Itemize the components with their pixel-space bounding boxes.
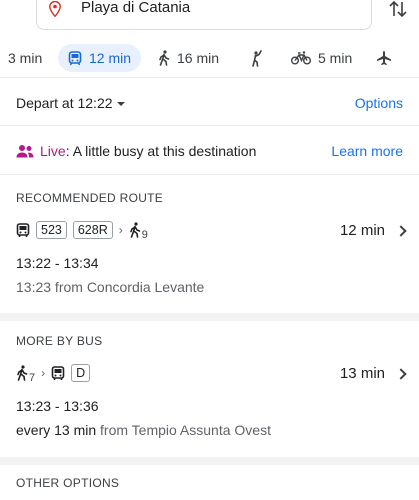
- route-departure-info: 13:23 from Concordia Levante: [16, 279, 205, 295]
- live-busyness-row: Live: A little busy at this destination …: [0, 127, 419, 175]
- mode-label: 3 min: [8, 50, 43, 66]
- walk-minutes: 9: [141, 229, 148, 241]
- live-status-text: Live: A little busy at this destination: [40, 143, 256, 159]
- destination-text: Playa di Catania: [81, 0, 191, 16]
- route-departure-info: every 13 min from Tempio Assunta Ovest: [16, 422, 271, 438]
- walk-minutes: 7: [29, 372, 36, 384]
- bus-line-badge: 628R: [72, 221, 113, 239]
- route-times: 13:22 - 13:34: [16, 255, 99, 271]
- bus-line-badge: 523: [36, 221, 67, 239]
- section-heading: OTHER OPTIONS: [16, 476, 120, 490]
- transit-icon: [68, 50, 82, 65]
- people-icon: [16, 145, 34, 158]
- tab-walking[interactable]: 16 min: [158, 44, 219, 72]
- section-heading: MORE BY BUS: [16, 334, 103, 348]
- tab-transit[interactable]: 12 min: [58, 44, 142, 72]
- destination-row: Playa di Catania: [0, 0, 419, 34]
- mode-label: 12 min: [89, 50, 132, 66]
- route-steps: 523 628R › 9: [16, 221, 148, 241]
- depart-time-label: Depart at 12:22: [16, 95, 113, 111]
- ride-hail-icon: [252, 49, 262, 67]
- bus-line-badge: D: [71, 364, 91, 382]
- route-duration: 13 min: [339, 365, 385, 382]
- mode-label: 5 min: [318, 50, 353, 66]
- recommended-route-card[interactable]: RECOMMENDED ROUTE 523 628R › 9 12 min 13…: [0, 176, 419, 313]
- location-pin-icon: [49, 1, 61, 17]
- route-stop: from Tempio Assunta Ovest: [96, 422, 271, 438]
- learn-more-link[interactable]: Learn more: [331, 143, 403, 159]
- tab-flights[interactable]: [376, 44, 392, 72]
- destination-field[interactable]: Playa di Catania: [36, 0, 372, 30]
- tab-driving[interactable]: 3 min: [8, 44, 42, 72]
- walk-icon: [129, 222, 141, 238]
- route-duration: 12 min: [339, 222, 385, 239]
- chevron-right-icon: [395, 225, 407, 237]
- route-times: 13:23 - 13:36: [16, 398, 99, 414]
- flight-icon: [377, 51, 391, 65]
- swap-icon[interactable]: [388, 0, 408, 18]
- chevron-right-icon: [395, 368, 407, 380]
- section-divider: [0, 313, 419, 321]
- other-options-card: OTHER OPTIONS: [0, 465, 419, 500]
- route-frequency: every 13 min: [16, 422, 97, 438]
- more-by-bus-card[interactable]: MORE BY BUS 7 › D 13 min 13:23 - 13:36 e…: [0, 321, 419, 457]
- bike-icon: [291, 51, 311, 65]
- bus-icon: [16, 222, 30, 237]
- tab-ride-hail[interactable]: [250, 44, 264, 72]
- section-heading: RECOMMENDED ROUTE: [16, 191, 164, 205]
- step-separator-icon: ›: [118, 223, 123, 237]
- travel-mode-tabs: 3 min 12 min 16 min 5 min: [0, 40, 419, 78]
- live-label: Live: [40, 143, 66, 159]
- walk-icon: [159, 50, 170, 66]
- step-separator-icon: ›: [41, 366, 46, 380]
- route-steps: 7 › D: [16, 364, 91, 384]
- depart-time-selector[interactable]: Depart at 12:22: [16, 95, 125, 111]
- dropdown-caret-icon: [116, 102, 125, 106]
- section-divider: [0, 457, 419, 465]
- options-button[interactable]: Options: [355, 95, 403, 111]
- live-message: : A little busy at this destination: [65, 143, 257, 159]
- mode-label: 16 min: [177, 50, 220, 66]
- bus-icon: [51, 365, 65, 380]
- tab-cycling[interactable]: 5 min: [291, 44, 352, 72]
- depart-row: Depart at 12:22 Options: [0, 80, 419, 126]
- walk-icon: [17, 365, 28, 381]
